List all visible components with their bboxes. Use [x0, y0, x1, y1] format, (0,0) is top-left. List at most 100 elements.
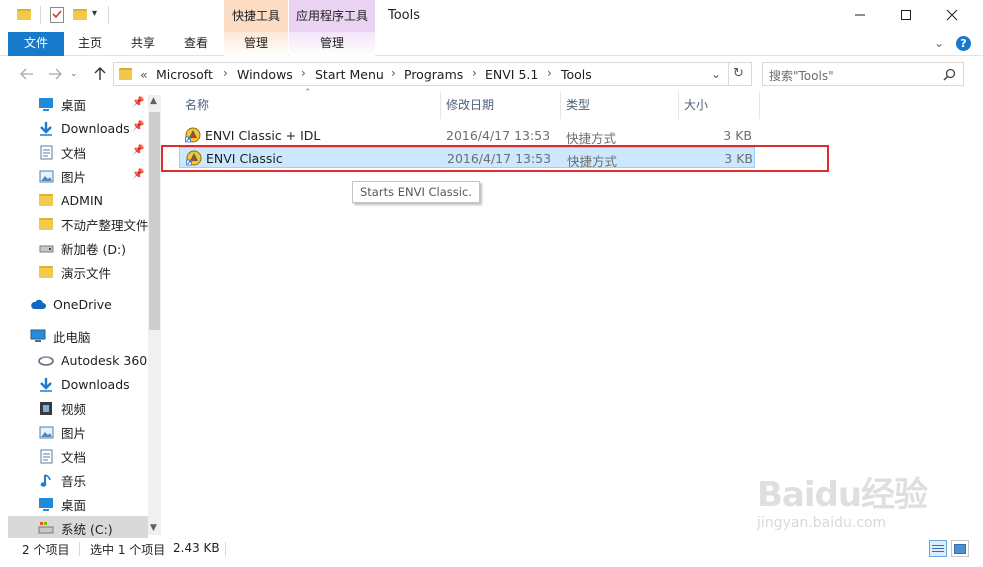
- navigation-pane[interactable]: 桌面 📌 Downloads 📌 文档 📌 图片 📌 ADMIN 不动产整理文件…: [8, 91, 160, 538]
- nav-item-autodesk-360[interactable]: Autodesk 360: [8, 348, 148, 372]
- details-view-button[interactable]: [929, 540, 947, 557]
- properties-icon[interactable]: [50, 7, 64, 23]
- nav-item-label: 文档: [61, 145, 87, 161]
- search-input[interactable]: 搜索"Tools": [762, 62, 964, 86]
- tab-view[interactable]: 查看: [172, 32, 220, 56]
- column-header-size[interactable]: 大小: [678, 91, 758, 119]
- document-icon: [38, 144, 54, 160]
- nav-item-label: Downloads: [61, 376, 130, 392]
- breadcrumb-separator-icon[interactable]: ›: [547, 66, 552, 80]
- nav-item-pc-pictures[interactable]: 图片: [8, 420, 148, 444]
- download-icon: [38, 376, 54, 392]
- nav-item-onedrive[interactable]: OneDrive: [8, 292, 148, 316]
- folder-icon: [17, 9, 31, 20]
- breadcrumb-separator-icon[interactable]: ›: [301, 66, 306, 80]
- nav-item-admin[interactable]: ADMIN: [8, 188, 148, 212]
- new-folder-icon[interactable]: [73, 9, 87, 20]
- breadcrumb-windows[interactable]: Windows: [237, 67, 293, 82]
- context-group-application-tools: 应用程序工具: [289, 0, 375, 32]
- nav-item-label: 不动产整理文件: [61, 217, 149, 233]
- nav-item-system-c[interactable]: 系统 (C:): [8, 516, 148, 538]
- nav-item-demo-files[interactable]: 演示文件: [8, 260, 148, 284]
- folder-icon: [119, 68, 132, 80]
- customize-quick-access-icon[interactable]: ▾: [92, 8, 97, 19]
- close-button[interactable]: [929, 0, 975, 30]
- large-icons-view-icon: [954, 543, 966, 554]
- column-header-type[interactable]: 类型: [560, 91, 678, 119]
- search-icon[interactable]: [943, 68, 956, 81]
- nav-item-videos[interactable]: 视频: [8, 396, 148, 420]
- nav-item-real-estate-files[interactable]: 不动产整理文件: [8, 212, 149, 236]
- context-group-shortcut-tools: 快捷工具: [224, 0, 288, 32]
- pin-icon[interactable]: 📌: [132, 121, 144, 132]
- highlight-box: [161, 145, 829, 172]
- pin-icon[interactable]: 📌: [132, 97, 144, 108]
- breadcrumb-overflow[interactable]: «: [140, 67, 148, 82]
- picture-icon: [38, 424, 54, 440]
- nav-item-pc-documents[interactable]: 文档: [8, 444, 148, 468]
- nav-item-documents[interactable]: 文档 📌: [8, 140, 148, 164]
- nav-item-this-pc[interactable]: 此电脑: [8, 324, 148, 348]
- music-icon: [38, 472, 54, 488]
- close-icon: [946, 9, 958, 21]
- details-view-icon: [932, 544, 944, 552]
- ribbon-collapse-icon[interactable]: ⌄: [934, 36, 944, 50]
- breadcrumb-microsoft[interactable]: Microsoft: [156, 67, 213, 82]
- file-date: 2016/4/17 13:53: [446, 128, 551, 143]
- nav-item-music[interactable]: 音乐: [8, 468, 148, 492]
- nav-item-drive-d[interactable]: 新加卷 (D:): [8, 236, 148, 260]
- breadcrumb-start-menu[interactable]: Start Menu: [315, 67, 384, 82]
- window-title: Tools: [388, 8, 421, 23]
- search-placeholder: 搜索"Tools": [769, 69, 834, 83]
- column-header-date-modified[interactable]: 修改日期: [440, 91, 560, 119]
- scroll-down-icon[interactable]: ▼: [150, 523, 157, 533]
- forward-button[interactable]: [44, 63, 66, 85]
- up-button[interactable]: [89, 63, 111, 85]
- tab-file[interactable]: 文件: [8, 32, 64, 56]
- refresh-icon[interactable]: ↻: [733, 66, 744, 81]
- minimize-button[interactable]: [837, 0, 883, 30]
- tab-manage-application[interactable]: 管理: [289, 32, 375, 56]
- large-icons-view-button[interactable]: [951, 540, 969, 557]
- file-size: 3 KB: [723, 128, 752, 143]
- nav-item-label: ADMIN: [61, 192, 103, 208]
- breadcrumb-separator-icon[interactable]: ›: [391, 66, 396, 80]
- maximize-button[interactable]: [883, 0, 929, 30]
- breadcrumb-separator-icon[interactable]: ›: [472, 66, 477, 80]
- column-divider[interactable]: [759, 91, 760, 119]
- ribbon: 文件 主页 共享 查看 管理 管理 ⌄ ?: [0, 32, 983, 56]
- breadcrumb-envi[interactable]: ENVI 5.1: [485, 67, 538, 82]
- scroll-up-icon[interactable]: ▲: [150, 96, 157, 106]
- tab-share[interactable]: 共享: [119, 32, 167, 56]
- video-icon: [38, 400, 54, 416]
- tab-manage-shortcut[interactable]: 管理: [224, 32, 288, 56]
- nav-scrollbar-thumb[interactable]: [149, 112, 160, 330]
- address-dropdown-icon[interactable]: ⌄: [711, 67, 721, 81]
- file-row[interactable]: ENVI Classic + IDL 2016/4/17 13:53 快捷方式 …: [179, 125, 755, 146]
- nav-item-pictures[interactable]: 图片 📌: [8, 164, 148, 188]
- breadcrumb-separator-icon[interactable]: ›: [223, 66, 228, 80]
- column-header-name[interactable]: 名称: [179, 91, 439, 119]
- pin-icon[interactable]: 📌: [132, 169, 144, 180]
- nav-item-pc-downloads[interactable]: Downloads: [8, 372, 148, 396]
- separator: [108, 6, 109, 24]
- window-edge: [0, 91, 8, 538]
- back-button[interactable]: [16, 63, 38, 85]
- breadcrumb-programs[interactable]: Programs: [404, 67, 463, 82]
- file-name[interactable]: ENVI Classic + IDL: [205, 128, 320, 143]
- help-icon[interactable]: ?: [956, 36, 971, 51]
- breadcrumb-tools[interactable]: Tools: [561, 67, 592, 82]
- address-bar[interactable]: « Microsoft › Windows › Start Menu › Pro…: [113, 62, 752, 86]
- desktop-icon: [38, 96, 54, 112]
- nav-item-downloads[interactable]: Downloads 📌: [8, 116, 148, 140]
- pin-icon[interactable]: 📌: [132, 145, 144, 156]
- recent-locations-icon[interactable]: ⌄: [70, 69, 78, 79]
- tooltip: Starts ENVI Classic.: [352, 181, 480, 203]
- tab-home[interactable]: 主页: [66, 32, 114, 56]
- nav-item-pc-desktop[interactable]: 桌面: [8, 492, 148, 516]
- nav-item-label: 音乐: [61, 473, 87, 489]
- nav-item-label: 图片: [61, 169, 87, 185]
- envi-shortcut-icon: [185, 127, 201, 143]
- nav-item-desktop[interactable]: 桌面 📌: [8, 92, 148, 116]
- separator: [40, 6, 41, 24]
